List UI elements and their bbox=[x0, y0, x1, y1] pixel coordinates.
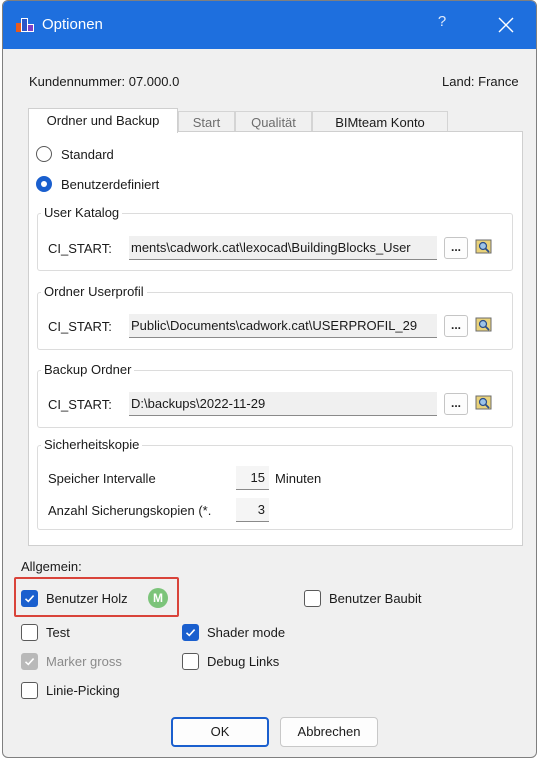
interval-input[interactable]: 15 bbox=[236, 466, 269, 490]
debug-links-checkbox[interactable] bbox=[182, 653, 199, 670]
benutzer-baubit-label: Benutzer Baubit bbox=[329, 591, 422, 606]
group-safety-copy-title: Sicherheitskopie bbox=[41, 437, 143, 452]
app-icon bbox=[16, 18, 34, 34]
shader-mode-label: Shader mode bbox=[207, 625, 286, 640]
general-section-title: Allgemein: bbox=[21, 559, 82, 574]
options-dialog: Optionen ? Kundennummer: 07.000.0 Land: … bbox=[2, 0, 537, 758]
close-icon[interactable] bbox=[495, 14, 517, 36]
interval-unit: Minuten bbox=[275, 471, 322, 486]
backup-folder-path-field[interactable]: D:\backups\2022-11-29 bbox=[129, 392, 437, 416]
title-bar[interactable]: Optionen ? bbox=[3, 1, 536, 49]
user-catalog-path-field[interactable]: ments\cadwork.cat\lexocad\BuildingBlocks… bbox=[129, 236, 437, 260]
country-label: Land: France bbox=[442, 74, 519, 89]
marker-gross-checkbox bbox=[21, 653, 38, 670]
radio-standard-label: Standard bbox=[61, 147, 114, 162]
marker-gross-label: Marker gross bbox=[46, 654, 122, 669]
backup-folder-label: CI_START: bbox=[48, 397, 112, 412]
group-user-profile-title: Ordner Userprofil bbox=[41, 284, 147, 299]
shader-mode-checkbox[interactable] bbox=[182, 624, 199, 641]
user-profile-label: CI_START: bbox=[48, 319, 112, 334]
user-profile-path-field[interactable]: Public\Documents\cadwork.cat\USERPROFIL_… bbox=[129, 314, 437, 338]
backup-folder-browse-button[interactable]: ... bbox=[444, 393, 468, 415]
interval-label: Speicher Intervalle bbox=[48, 471, 156, 486]
backup-count-input[interactable]: 3 bbox=[236, 498, 269, 522]
test-checkbox[interactable] bbox=[21, 624, 38, 641]
tab-ordner-und-backup[interactable]: Ordner und Backup bbox=[28, 108, 178, 133]
backup-count-label: Anzahl Sicherungskopien (*. bbox=[48, 503, 212, 518]
user-profile-browse-button[interactable]: ... bbox=[444, 315, 468, 337]
window-title: Optionen bbox=[42, 16, 103, 33]
tab-qualitaet[interactable]: Qualität bbox=[235, 111, 312, 132]
radio-standard[interactable] bbox=[36, 146, 52, 162]
linie-picking-label: Linie-Picking bbox=[46, 683, 120, 698]
radio-custom-label: Benutzerdefiniert bbox=[61, 177, 160, 192]
tab-start[interactable]: Start bbox=[178, 111, 235, 132]
cancel-button[interactable]: Abbrechen bbox=[280, 717, 378, 747]
user-catalog-find-icon[interactable] bbox=[474, 237, 494, 257]
linie-picking-checkbox[interactable] bbox=[21, 682, 38, 699]
highlight-box bbox=[14, 577, 179, 617]
ok-button[interactable]: OK bbox=[171, 717, 269, 747]
radio-custom[interactable] bbox=[36, 176, 52, 192]
user-profile-find-icon[interactable] bbox=[474, 315, 494, 335]
benutzer-baubit-checkbox[interactable] bbox=[304, 590, 321, 607]
user-catalog-label: CI_START: bbox=[48, 241, 112, 256]
group-user-catalog-title: User Katalog bbox=[41, 205, 123, 220]
test-label: Test bbox=[46, 625, 70, 640]
debug-links-label: Debug Links bbox=[207, 654, 280, 669]
tab-bimteam-konto[interactable]: BIMteam Konto bbox=[312, 111, 448, 132]
user-catalog-browse-button[interactable]: ... bbox=[444, 237, 468, 259]
backup-folder-find-icon[interactable] bbox=[474, 393, 494, 413]
customer-number: Kundennummer: 07.000.0 bbox=[29, 74, 180, 89]
group-backup-folder-title: Backup Ordner bbox=[41, 362, 135, 377]
help-button[interactable]: ? bbox=[432, 13, 452, 37]
